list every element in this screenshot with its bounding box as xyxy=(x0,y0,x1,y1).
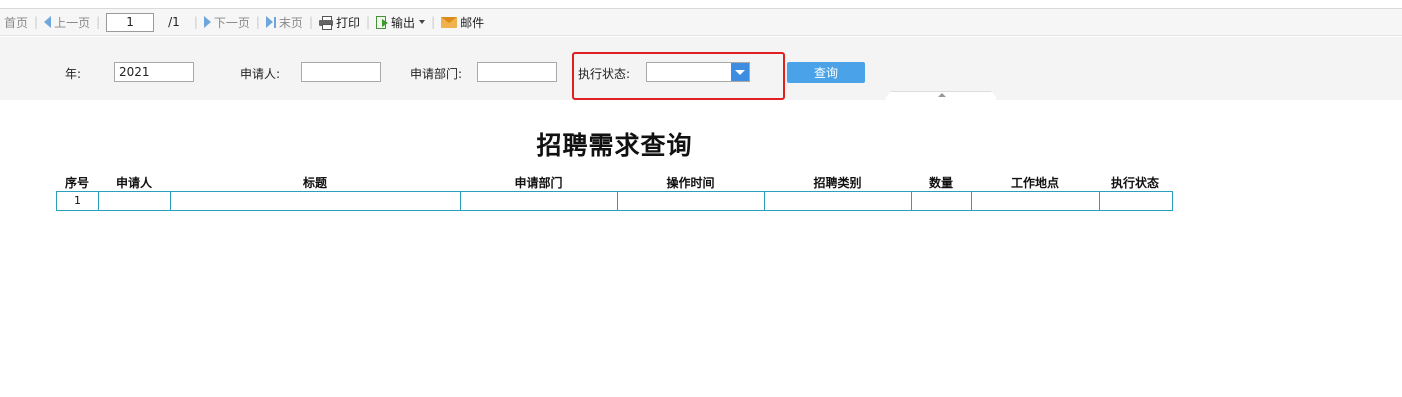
table-cell xyxy=(171,192,461,210)
prev-page-button[interactable]: 上一页 xyxy=(44,14,90,31)
separator: | xyxy=(366,15,371,29)
page-number-input[interactable] xyxy=(106,12,155,32)
applicant-label: 申请人: xyxy=(240,67,281,81)
table-cell xyxy=(765,192,912,210)
last-page-button[interactable]: 末页 xyxy=(265,14,303,31)
report-title: 招聘需求查询 xyxy=(536,131,693,160)
last-page-icon xyxy=(265,16,276,28)
column-header: 申请部门 xyxy=(514,176,563,190)
column-header: 标题 xyxy=(302,176,327,190)
separator: | xyxy=(308,15,313,29)
table-cell xyxy=(972,192,1100,210)
separator: | xyxy=(193,15,198,29)
query-button[interactable]: 查询 xyxy=(787,62,865,83)
print-label: 打印 xyxy=(335,15,360,30)
year-label: 年: xyxy=(65,67,82,81)
separator: | xyxy=(431,15,436,29)
next-arrow-icon xyxy=(203,16,211,28)
column-header: 申请人 xyxy=(115,176,152,190)
separator: | xyxy=(255,15,260,29)
highlight-box xyxy=(572,52,785,100)
year-field[interactable] xyxy=(114,62,194,82)
printer-icon xyxy=(318,16,333,30)
export-label: 输出 xyxy=(391,15,416,30)
table-cell: 1 xyxy=(57,192,99,210)
column-header: 序号 xyxy=(64,176,89,190)
page-total: /1 xyxy=(168,15,180,29)
last-page-label: 末页 xyxy=(278,15,303,30)
column-header: 数量 xyxy=(928,176,953,190)
separator: | xyxy=(96,15,101,29)
mail-label: 邮件 xyxy=(460,15,485,30)
table-cell xyxy=(1100,192,1172,210)
applicant-field[interactable] xyxy=(301,62,381,82)
separator: | xyxy=(34,15,39,29)
chevron-down-icon xyxy=(419,20,426,24)
print-button[interactable]: 打印 xyxy=(318,14,360,31)
column-header: 操作时间 xyxy=(666,176,715,190)
mail-icon xyxy=(441,16,458,28)
export-button[interactable]: 输出 xyxy=(376,14,426,31)
table-cell xyxy=(912,192,972,210)
table-row: 1 xyxy=(56,191,1173,211)
table-cell xyxy=(461,192,618,210)
prev-arrow-icon xyxy=(44,16,52,28)
next-page-label: 下一页 xyxy=(213,15,250,30)
first-page-button[interactable]: 首页 xyxy=(4,14,28,31)
export-icon xyxy=(376,15,389,29)
filter-panel: 年: 申请人: 申请部门: 执行状态: 查询 xyxy=(0,37,1402,100)
mail-button[interactable]: 邮件 xyxy=(441,14,484,31)
first-page-label: 首页 xyxy=(4,15,29,30)
department-field[interactable] xyxy=(477,62,557,82)
column-header: 工作地点 xyxy=(1010,176,1059,190)
column-header: 招聘类别 xyxy=(813,176,862,190)
column-header: 执行状态 xyxy=(1110,176,1159,190)
report-toolbar: 首页 | 上一页 | /1 | 下一页 | 末页 | 打印 | 输出 | 邮件 xyxy=(0,8,1402,36)
prev-page-label: 上一页 xyxy=(54,15,91,30)
department-label: 申请部门: xyxy=(410,67,463,81)
collapse-panel-toggle[interactable] xyxy=(884,91,998,100)
table-cell xyxy=(99,192,171,210)
next-page-button[interactable]: 下一页 xyxy=(203,14,250,31)
table-cell xyxy=(618,192,765,210)
